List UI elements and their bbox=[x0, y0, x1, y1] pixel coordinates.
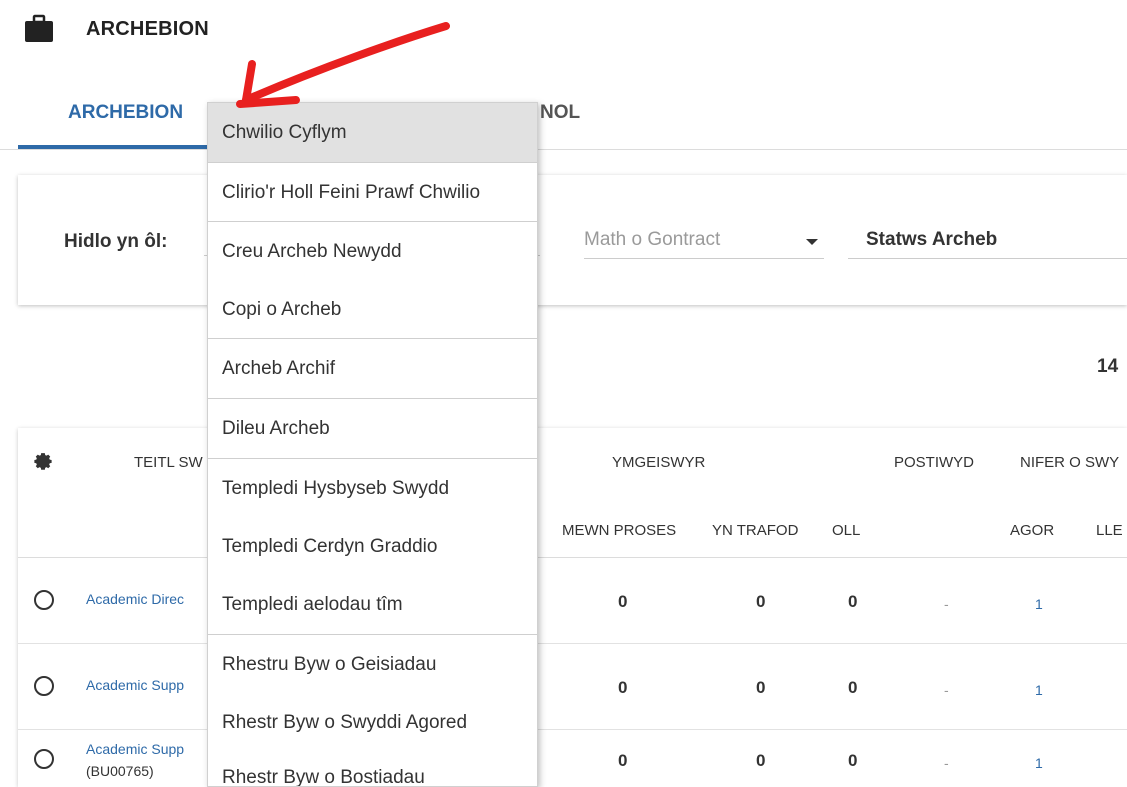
all-value: 0 bbox=[848, 751, 858, 770]
briefcase-icon bbox=[25, 14, 53, 42]
menu-item-job-ad-templates[interactable]: Templedi Hysbyseb Swydd bbox=[208, 459, 537, 518]
row-select-radio[interactable] bbox=[34, 676, 54, 696]
menu-item-delete-order[interactable]: Dileu Archeb bbox=[208, 399, 537, 458]
table-row: Academic Direc 0 0 0 - 1 bbox=[18, 558, 1127, 644]
filter-label: Hidlo yn ôl: bbox=[64, 231, 168, 252]
tab-archebion[interactable]: ARCHEBION bbox=[68, 102, 183, 124]
column-header-open[interactable]: AGOR bbox=[1010, 522, 1054, 539]
all-value: 0 bbox=[848, 592, 858, 611]
menu-item-create-order[interactable]: Creu Archeb Newydd bbox=[208, 222, 537, 281]
table-row: Academic Supp (BU00765) 0 0 0 - 1 bbox=[18, 717, 1127, 787]
job-reference: (BU00765) bbox=[86, 763, 154, 779]
in-discussion-value: 0 bbox=[756, 592, 766, 611]
open-count-link[interactable]: 1 bbox=[1035, 682, 1043, 698]
menu-item-scorecard-templates[interactable]: Templedi Cerdyn Graddio bbox=[208, 517, 537, 576]
order-status-field[interactable]: Statws Archeb bbox=[848, 229, 1127, 259]
column-header-places[interactable]: LLE bbox=[1096, 522, 1123, 539]
column-header-title[interactable]: TEITL SW bbox=[134, 454, 203, 471]
job-title-link[interactable]: Academic Supp bbox=[86, 677, 184, 693]
column-header-in-discussion[interactable]: YN TRAFOD bbox=[712, 522, 798, 539]
open-count-link[interactable]: 1 bbox=[1035, 755, 1043, 771]
row-select-radio[interactable] bbox=[34, 590, 54, 610]
in-process-value: 0 bbox=[618, 592, 628, 611]
menu-item-live-applications[interactable]: Rhestru Byw o Geisiadau bbox=[208, 635, 537, 694]
menu-item-team-templates[interactable]: Templedi aelodau tîm bbox=[208, 575, 537, 634]
order-status-label: Statws Archeb bbox=[866, 229, 998, 250]
tab-bar: ARCHEBION NOL bbox=[0, 70, 1127, 150]
column-header-all[interactable]: OLL bbox=[832, 522, 860, 539]
in-process-value: 0 bbox=[618, 751, 628, 770]
tab-second[interactable]: NOL bbox=[540, 102, 580, 124]
app-header: ARCHEBION bbox=[0, 0, 1127, 70]
page-title: ARCHEBION bbox=[86, 18, 209, 40]
orders-table: TEITL SW YMGEISWYR POSTIWYD NIFER O SWY … bbox=[18, 428, 1127, 787]
actions-dropdown-menu: Chwilio Cyflym Clirio'r Holl Feini Prawf… bbox=[207, 102, 538, 787]
menu-item-archive-order[interactable]: Archeb Archif bbox=[208, 339, 537, 398]
row-select-radio[interactable] bbox=[34, 749, 54, 769]
menu-item-live-open-jobs[interactable]: Rhestr Byw o Swyddi Agored bbox=[208, 693, 537, 752]
posted-value: - bbox=[944, 596, 949, 612]
open-count-link[interactable]: 1 bbox=[1035, 596, 1043, 612]
menu-item-clear-search[interactable]: Clirio'r Holl Feini Prawf Chwilio bbox=[208, 163, 537, 222]
caret-down-icon bbox=[806, 239, 818, 245]
in-discussion-value: 0 bbox=[756, 751, 766, 770]
menu-item-copy-order[interactable]: Copi o Archeb bbox=[208, 280, 537, 339]
contract-type-placeholder: Math o Gontract bbox=[584, 229, 721, 250]
in-discussion-value: 0 bbox=[756, 678, 766, 697]
column-header-num-jobs: NIFER O SWY bbox=[1020, 454, 1120, 471]
menu-item-live-postings[interactable]: Rhestr Byw o Bostiadau bbox=[208, 748, 537, 786]
menu-item-quick-search[interactable]: Chwilio Cyflym bbox=[208, 103, 537, 162]
column-header-applicants: YMGEISWYR bbox=[612, 454, 706, 471]
in-process-value: 0 bbox=[618, 678, 628, 697]
column-header-posted[interactable]: POSTIWYD bbox=[894, 454, 974, 471]
gear-icon[interactable] bbox=[32, 450, 54, 472]
posted-value: - bbox=[944, 755, 949, 771]
column-header-in-process[interactable]: MEWN PROSES bbox=[562, 522, 676, 539]
contract-type-select[interactable]: Math o Gontract bbox=[584, 229, 824, 259]
all-value: 0 bbox=[848, 678, 858, 697]
filter-panel: Hidlo yn ôl: Math o Gontract Statws Arch… bbox=[18, 175, 1127, 305]
results-count: 14 bbox=[1097, 356, 1119, 377]
posted-value: - bbox=[944, 682, 949, 698]
active-tab-indicator bbox=[18, 145, 230, 149]
job-title-link[interactable]: Academic Supp bbox=[86, 739, 184, 759]
job-title-link[interactable]: Academic Direc bbox=[86, 591, 184, 607]
